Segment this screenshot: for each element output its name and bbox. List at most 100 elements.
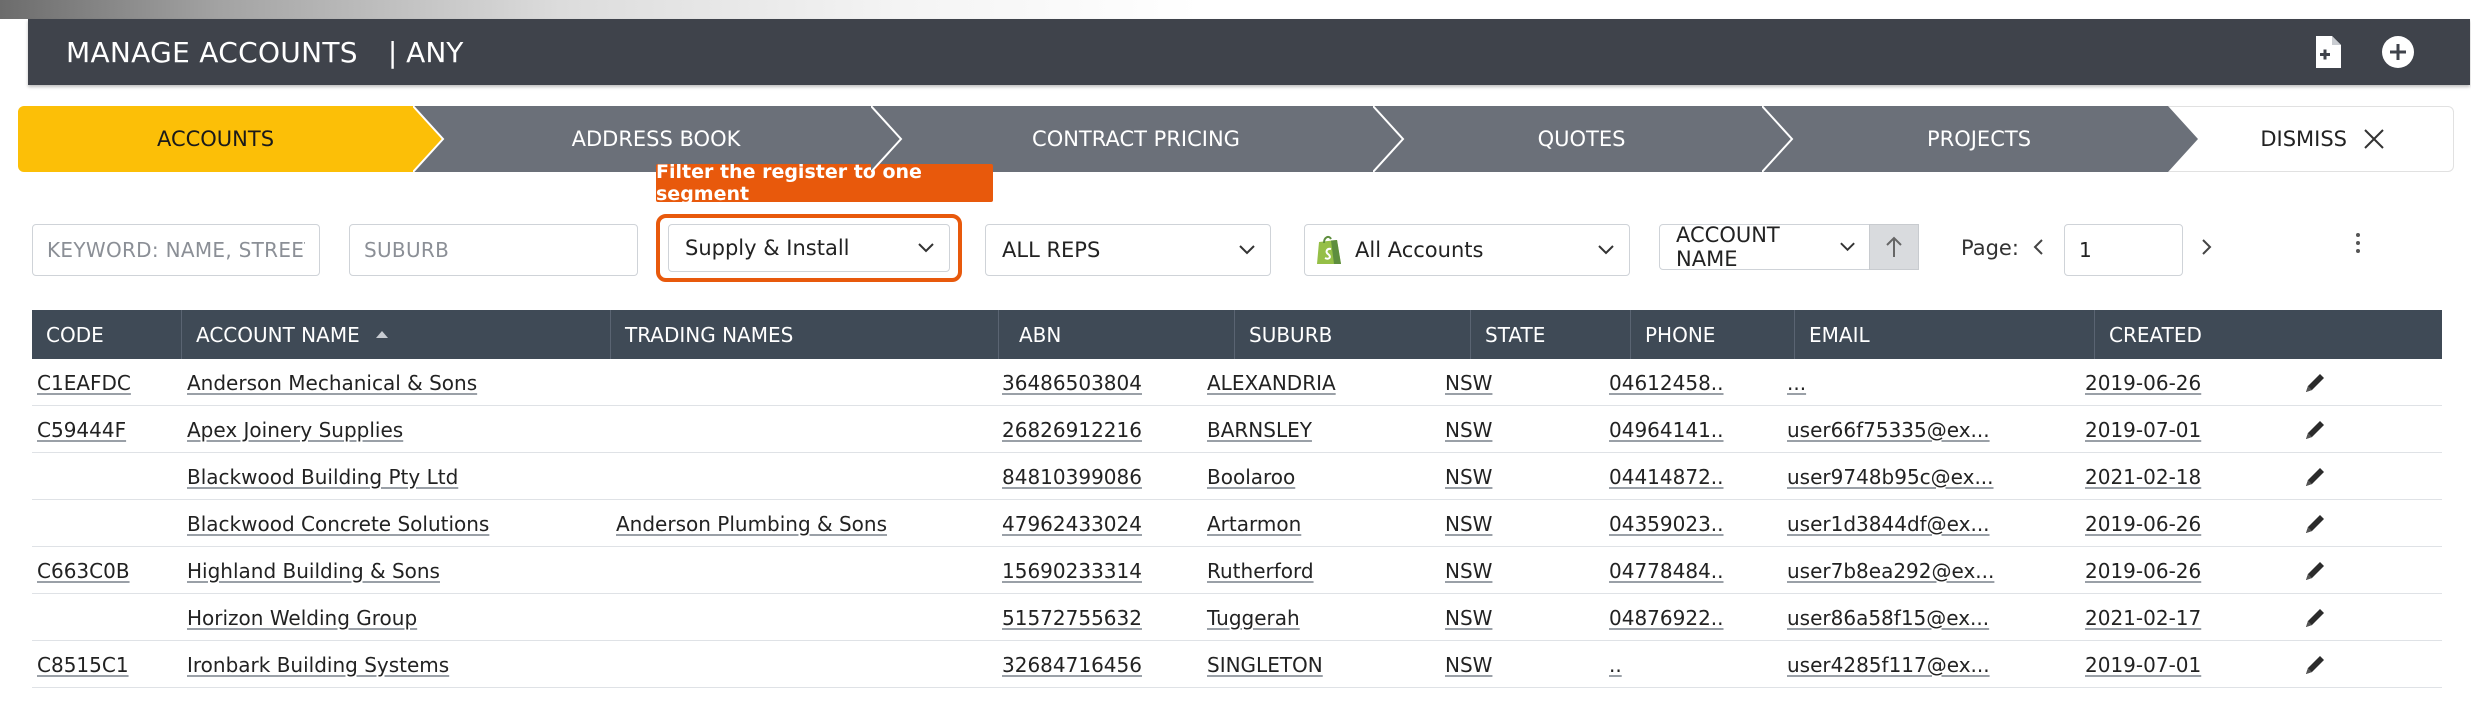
- cell-created-link[interactable]: 2019-07-01: [2085, 653, 2201, 677]
- cell-phone-link[interactable]: ..: [1609, 653, 1622, 677]
- cell-abn-link[interactable]: 26826912216: [1002, 418, 1142, 442]
- cell-created-link[interactable]: 2021-02-17: [2085, 606, 2201, 630]
- sort-by-select[interactable]: ACCOUNT NAME: [1659, 223, 1871, 271]
- cell-abn-link[interactable]: 84810399086: [1002, 465, 1142, 489]
- cell-abn-link[interactable]: 51572755632: [1002, 606, 1142, 630]
- pencil-icon[interactable]: [2302, 370, 2328, 396]
- cell-created: 2021-02-18: [2085, 453, 2201, 500]
- dismiss-button[interactable]: DISMISS: [2168, 106, 2454, 172]
- cell-account-name-link[interactable]: Highland Building & Sons: [187, 559, 440, 583]
- page-number-field[interactable]: [2064, 224, 2183, 276]
- cell-state-link[interactable]: NSW: [1445, 512, 1492, 536]
- cell-created-link[interactable]: 2019-07-01: [2085, 418, 2201, 442]
- reps-select[interactable]: ALL REPS: [985, 224, 1271, 276]
- cell-email-link[interactable]: user9748b95c@ex...: [1787, 465, 1994, 489]
- cell-email-link[interactable]: user66f75335@ex...: [1787, 418, 1990, 442]
- col-state[interactable]: STATE: [1471, 310, 1631, 359]
- cell-suburb-link[interactable]: Tuggerah: [1207, 606, 1300, 630]
- pencil-icon[interactable]: [2302, 417, 2328, 443]
- col-created[interactable]: CREATED: [2095, 310, 2442, 359]
- accounts-select[interactable]: All Accounts: [1304, 224, 1630, 276]
- cell-email-link[interactable]: user7b8ea292@ex...: [1787, 559, 1994, 583]
- cell-state-link[interactable]: NSW: [1445, 559, 1492, 583]
- col-code[interactable]: CODE: [32, 310, 182, 359]
- plus-circle-icon[interactable]: [2380, 34, 2416, 70]
- cell-state-link[interactable]: NSW: [1445, 418, 1492, 442]
- cell-account-name-link[interactable]: Apex Joinery Supplies: [187, 418, 403, 442]
- cell-phone-link[interactable]: 04414872..: [1609, 465, 1724, 489]
- step-projects[interactable]: PROJECTS: [1762, 106, 2198, 172]
- pencil-icon[interactable]: [2302, 558, 2328, 584]
- col-trading-names[interactable]: TRADING NAMES: [611, 310, 999, 359]
- cell-phone-link[interactable]: 04359023..: [1609, 512, 1724, 536]
- next-page-button[interactable]: [2195, 232, 2219, 262]
- cell-account-name-link[interactable]: Horizon Welding Group: [187, 606, 417, 630]
- cell-suburb-link[interactable]: BARNSLEY: [1207, 418, 1312, 442]
- table-row[interactable]: C1EAFDC Anderson Mechanical & Sons 3648650…: [32, 359, 2442, 406]
- cell-state-link[interactable]: NSW: [1445, 465, 1492, 489]
- new-document-icon[interactable]: [2310, 34, 2346, 70]
- cell-email-link[interactable]: user4285f117@ex...: [1787, 653, 1990, 677]
- pencil-icon[interactable]: [2302, 464, 2328, 490]
- keyword-input[interactable]: [33, 225, 319, 275]
- cell-email-link[interactable]: ...: [1787, 371, 1806, 395]
- step-accounts[interactable]: ACCOUNTS: [18, 106, 445, 172]
- step-quotes[interactable]: QUOTES: [1373, 106, 1794, 172]
- cell-suburb-link[interactable]: SINGLETON: [1207, 653, 1323, 677]
- cell-phone-link[interactable]: 04876922..: [1609, 606, 1724, 630]
- page-number-input[interactable]: [2065, 225, 2182, 275]
- cell-suburb-link[interactable]: Rutherford: [1207, 559, 1314, 583]
- cell-code-link[interactable]: C663C0B: [37, 559, 130, 583]
- cell-email-link[interactable]: user1d3844df@ex...: [1787, 512, 1990, 536]
- cell-account-name-link[interactable]: Ironbark Building Systems: [187, 653, 449, 677]
- prev-page-button[interactable]: [2026, 232, 2050, 262]
- cell-phone-link[interactable]: 04964141..: [1609, 418, 1724, 442]
- cell-code-link[interactable]: C59444F: [37, 418, 126, 442]
- table-row[interactable]: C59444F Apex Joinery Supplies 26826912216 B…: [32, 406, 2442, 453]
- cell-suburb-link[interactable]: Artarmon: [1207, 512, 1301, 536]
- suburb-input[interactable]: [350, 225, 637, 275]
- cell-created-link[interactable]: 2019-06-26: [2085, 371, 2201, 395]
- cell-created-link[interactable]: 2019-06-26: [2085, 512, 2201, 536]
- cell-state-link[interactable]: NSW: [1445, 653, 1492, 677]
- table-row[interactable]: Horizon Welding Group 51572755632 Tuggerah…: [32, 594, 2442, 641]
- pencil-icon[interactable]: [2302, 511, 2328, 537]
- cell-created-link[interactable]: 2019-06-26: [2085, 559, 2201, 583]
- more-options-icon[interactable]: [2348, 228, 2368, 258]
- col-suburb[interactable]: SUBURB: [1235, 310, 1471, 359]
- cell-suburb-link[interactable]: Boolaroo: [1207, 465, 1295, 489]
- cell-code-link[interactable]: C8515C1: [37, 653, 129, 677]
- pencil-icon[interactable]: [2302, 605, 2328, 631]
- cell-abn-link[interactable]: 47962433024: [1002, 512, 1142, 536]
- col-account-name[interactable]: ACCOUNT NAME: [182, 310, 611, 359]
- cell-state-link[interactable]: NSW: [1445, 606, 1492, 630]
- keyword-search-field[interactable]: [32, 224, 320, 276]
- cell-created-link[interactable]: 2021-02-18: [2085, 465, 2201, 489]
- segment-select[interactable]: Supply & Install: [668, 224, 950, 272]
- col-phone[interactable]: PHONE: [1631, 310, 1795, 359]
- cell-account-name: Highland Building & Sons: [187, 547, 440, 594]
- cell-email-link[interactable]: user86a58f15@ex...: [1787, 606, 1989, 630]
- cell-account-name-link[interactable]: Blackwood Concrete Solutions: [187, 512, 489, 536]
- suburb-field[interactable]: [349, 224, 638, 276]
- col-email[interactable]: EMAIL: [1795, 310, 2095, 359]
- cell-phone-link[interactable]: 04612458..: [1609, 371, 1724, 395]
- cell-phone: 04612458..: [1609, 359, 1724, 406]
- pencil-icon[interactable]: [2302, 652, 2328, 678]
- table-row[interactable]: C663C0B Highland Building & Sons 156902333…: [32, 547, 2442, 594]
- cell-account-name-link[interactable]: Anderson Mechanical & Sons: [187, 371, 477, 395]
- cell-code-link[interactable]: C1EAFDC: [37, 371, 131, 395]
- cell-abn-link[interactable]: 15690233314: [1002, 559, 1142, 583]
- table-row[interactable]: Blackwood Concrete Solutions Anderson Plu…: [32, 500, 2442, 547]
- col-abn[interactable]: ABN: [999, 310, 1235, 359]
- cell-account-name-link[interactable]: Blackwood Building Pty Ltd: [187, 465, 458, 489]
- cell-trading-names-link[interactable]: Anderson Plumbing & Sons: [616, 512, 887, 536]
- table-row[interactable]: Blackwood Building Pty Ltd 84810399086 Boo…: [32, 453, 2442, 500]
- table-row[interactable]: C8515C1 Ironbark Building Systems 32684716…: [32, 641, 2442, 688]
- cell-suburb-link[interactable]: ALEXANDRIA: [1207, 371, 1336, 395]
- cell-state-link[interactable]: NSW: [1445, 371, 1492, 395]
- cell-abn-link[interactable]: 32684716456: [1002, 653, 1142, 677]
- cell-phone-link[interactable]: 04778484..: [1609, 559, 1724, 583]
- cell-abn-link[interactable]: 36486503804: [1002, 371, 1142, 395]
- sort-direction-button[interactable]: [1869, 224, 1919, 270]
